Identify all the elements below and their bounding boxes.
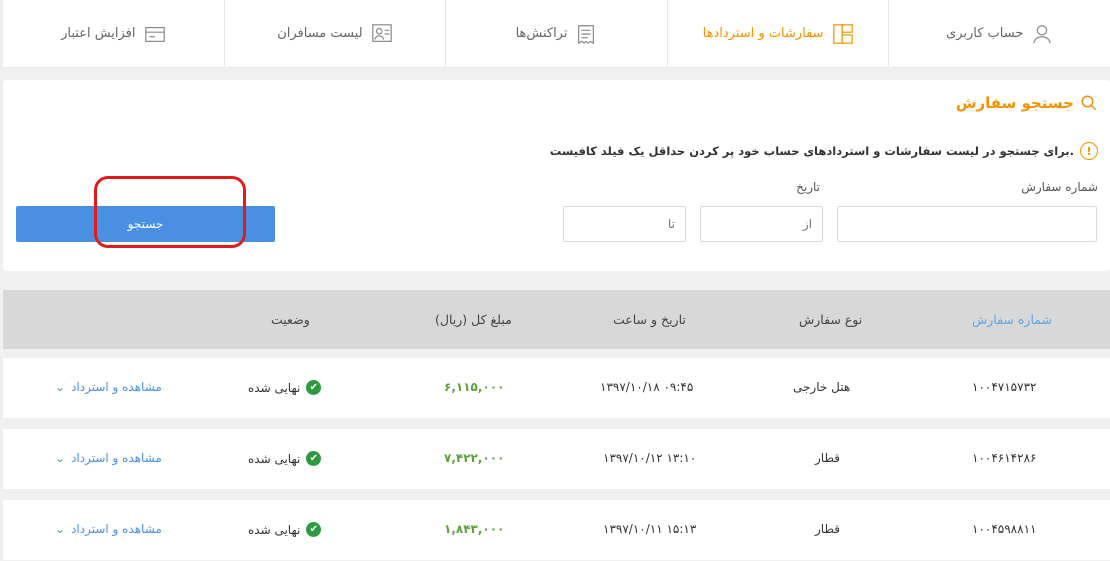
search-title-text: جستجو سفارش (955, 94, 1074, 112)
orders-icon (832, 23, 853, 44)
check-icon: ✔ (306, 451, 322, 466)
receipt-icon (578, 24, 595, 44)
order-type-cell: قطار (815, 522, 841, 536)
info-icon: ! (1080, 142, 1098, 160)
amount-cell: ۱,۸۴۳,۰۰۰ (444, 522, 505, 536)
status-cell: نهایی شده ✔ (248, 380, 322, 395)
datetime-cell: ۱۳۹۷/۱۰/۱۲ ۱۳:۱۰ (603, 451, 697, 465)
datetime-cell: ۱۳۹۷/۱۰/۱۱ ۱۵:۱۳ (603, 522, 697, 536)
status-text: نهایی شده (248, 380, 301, 395)
date-label: تاریخ (796, 180, 820, 194)
order-number-cell: ۱۰۰۴۷۱۵۷۳۲ (972, 380, 1037, 394)
chevron-down-icon: ⌄ (55, 451, 66, 465)
order-number-label: شماره سفارش (1021, 180, 1098, 194)
tab-passengers[interactable]: لیست مسافران (223, 0, 446, 67)
view-refund-link[interactable]: ⌄ مشاهده و استرداد (55, 380, 162, 394)
tab-user-account[interactable]: حساب کاربری (888, 0, 1110, 67)
header-amount: مبلغ کل (ریال) (435, 312, 512, 327)
table-row: ۱۰۰۴۶۱۴۲۸۶ قطار ۱۳۹۷/۱۰/۱۲ ۱۳:۱۰ ۷,۴۲۲,۰… (3, 429, 1110, 489)
search-icon (1081, 95, 1097, 111)
annotation-highlight (94, 176, 246, 248)
chevron-down-icon: ⌄ (55, 522, 66, 536)
tab-orders[interactable]: سفارشات و استردادها (666, 0, 889, 67)
table-row: ۱۰۰۴۷۱۵۷۳۲ هتل خارجی ۱۳۹۷/۱۰/۱۸ ۰۹:۴۵ ۶,… (3, 358, 1110, 418)
tab-add-credit[interactable]: افزایش اعتبار (3, 0, 224, 67)
header-status: وضعیت (271, 312, 310, 327)
check-icon: ✔ (306, 522, 322, 537)
search-title: جستجو سفارش (956, 94, 1098, 112)
view-refund-link[interactable]: ⌄ مشاهده و استرداد (55, 522, 162, 536)
view-refund-label: مشاهده و استرداد (71, 451, 162, 465)
table-header: شماره سفارش نوع سفارش تاریخ و ساعت مبلغ … (3, 290, 1110, 349)
amount-cell: ۷,۴۲۲,۰۰۰ (444, 451, 505, 465)
status-text: نهایی شده (248, 522, 301, 537)
status-cell: نهایی شده ✔ (248, 451, 322, 466)
header-order-type: نوع سفارش (799, 312, 863, 327)
status-cell: نهایی شده ✔ (248, 522, 322, 537)
tab-label: سفارشات و استردادها (702, 26, 824, 41)
date-to-input[interactable] (563, 206, 686, 242)
date-from-input[interactable] (700, 206, 823, 242)
info-message: برای جستجو در لیست سفارشات و استردادهای … (550, 142, 1098, 160)
order-type-cell: هتل خارجی (793, 380, 851, 394)
tab-label: افزایش اعتبار (61, 26, 136, 41)
user-icon (1033, 24, 1052, 43)
credit-card-icon (144, 26, 165, 42)
order-number-cell: ۱۰۰۴۵۹۸۸۱۱ (972, 522, 1037, 536)
status-text: نهایی شده (248, 451, 301, 466)
view-refund-label: مشاهده و استرداد (71, 380, 162, 394)
tab-label: تراکنش‌ها (515, 26, 568, 41)
amount-cell: ۶,۱۱۵,۰۰۰ (444, 380, 505, 394)
order-number-cell: ۱۰۰۴۶۱۴۲۸۶ (972, 451, 1037, 465)
tab-label: حساب کاربری (946, 26, 1024, 41)
header-order-number: شماره سفارش (972, 312, 1052, 327)
tab-transactions[interactable]: تراکنش‌ها (445, 0, 667, 67)
tab-label: لیست مسافران (277, 26, 363, 41)
order-type-cell: قطار (815, 451, 841, 465)
view-refund-link[interactable]: ⌄ مشاهده و استرداد (55, 451, 162, 465)
top-nav: حساب کاربری سفارشات و استردادها تراکنش‌ه… (3, 0, 1110, 68)
view-refund-label: مشاهده و استرداد (71, 522, 162, 536)
passenger-list-icon (371, 23, 392, 42)
header-datetime: تاریخ و ساعت (613, 312, 686, 327)
datetime-cell: ۱۳۹۷/۱۰/۱۸ ۰۹:۴۵ (600, 380, 694, 394)
order-number-input[interactable] (837, 206, 1097, 242)
check-icon: ✔ (306, 380, 322, 395)
table-row: ۱۰۰۴۵۹۸۸۱۱ قطار ۱۳۹۷/۱۰/۱۱ ۱۵:۱۳ ۱,۸۴۳,۰… (3, 500, 1110, 560)
chevron-down-icon: ⌄ (55, 380, 66, 394)
info-text: برای جستجو در لیست سفارشات و استردادهای … (549, 144, 1074, 158)
